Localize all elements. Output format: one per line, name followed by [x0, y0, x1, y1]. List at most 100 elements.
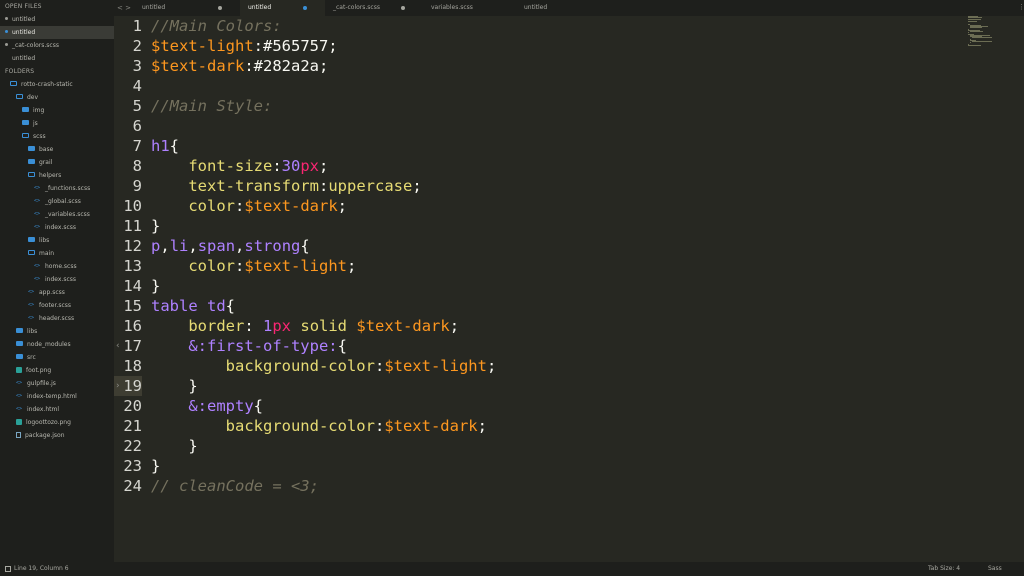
tree-item[interactable]: <> index.html	[0, 403, 114, 416]
code-token: $text-light	[244, 257, 347, 275]
tree-item[interactable]: package.json	[0, 429, 114, 442]
tab-bar: < > ⋮ untitled untitled _cat-colors.scss va…	[114, 0, 1024, 16]
tree-item[interactable]: base	[0, 143, 114, 156]
tree-item[interactable]: <> app.scss	[0, 286, 114, 299]
tree-item[interactable]: <> index-temp.html	[0, 390, 114, 403]
code-line[interactable]: border: 1px solid $text-dark;	[151, 316, 459, 336]
code-line[interactable]: $text-dark:#282a2a;	[151, 56, 328, 76]
minimap-line	[970, 27, 982, 29]
code-line[interactable]: table td{	[151, 296, 235, 316]
code-line[interactable]: //Main Style:	[151, 96, 272, 116]
folder-icon	[22, 120, 29, 125]
tree-item-label: gulpfile.js	[27, 380, 56, 387]
code-token: :	[235, 197, 245, 215]
code-token: {	[253, 397, 263, 415]
folder-icon	[16, 328, 23, 333]
tree-item[interactable]: img	[0, 104, 114, 117]
tree-item[interactable]: <> gulpfile.js	[0, 377, 114, 390]
code-line[interactable]: }	[151, 436, 197, 456]
modified-dot-icon[interactable]	[218, 6, 222, 10]
code-token: //Main Colors:	[151, 17, 282, 35]
code-line[interactable]: background-color:$text-light;	[151, 356, 497, 376]
open-file-item[interactable]: _cat-colors.scss	[0, 39, 114, 52]
open-file-item[interactable]: untitled	[0, 26, 114, 39]
code-line[interactable]: h1{	[151, 136, 179, 156]
tab[interactable]: untitled	[134, 0, 240, 16]
tree-item[interactable]: foot.png	[0, 364, 114, 377]
code-token: ,	[188, 237, 198, 255]
tree-item[interactable]: dev	[0, 91, 114, 104]
tree-item[interactable]: <> home.scss	[0, 260, 114, 273]
code-line[interactable]: // cleanCode = <3;	[151, 476, 319, 496]
tree-item[interactable]: <> _global.scss	[0, 195, 114, 208]
tree-item[interactable]: <> _variables.scss	[0, 208, 114, 221]
fold-marker-icon[interactable]: ‹	[116, 336, 120, 356]
code-line[interactable]: &:empty{	[151, 396, 263, 416]
tree-item-label: index.scss	[45, 224, 76, 231]
code-token: :	[318, 177, 329, 195]
tree-item[interactable]: grail	[0, 156, 114, 169]
file-code-icon: <>	[34, 198, 41, 204]
tab-menu-icon[interactable]: ⋮	[1018, 3, 1024, 12]
tab[interactable]: variables.scss	[423, 0, 516, 16]
code-token: ;	[319, 157, 329, 175]
code-editor[interactable]: 1//Main Colors: 2 $text-light:#565757; 3 $te…	[114, 16, 1024, 562]
tree-item[interactable]: <> _functions.scss	[0, 182, 114, 195]
status-bar: Line 19, Column 6 Tab Size: 4 Sass	[0, 562, 1024, 576]
syntax-mode[interactable]: Sass	[988, 562, 1002, 576]
tab-nav-arrows[interactable]: < >	[117, 0, 131, 16]
tab[interactable]: untitled	[240, 0, 325, 16]
code-line[interactable]: }	[151, 376, 197, 396]
tree-item[interactable]: libs	[0, 234, 114, 247]
code-token: ;	[449, 317, 460, 335]
tree-item[interactable]: scss	[0, 130, 114, 143]
minimap-line	[970, 42, 971, 44]
code-line[interactable]: }	[151, 216, 160, 236]
fold-marker-icon[interactable]: ›	[116, 376, 120, 396]
tree-item[interactable]: libs	[0, 325, 114, 338]
file-code-icon: <>	[28, 315, 35, 321]
panel-toggle-icon[interactable]	[5, 566, 11, 572]
unsaved-dot-icon[interactable]	[303, 6, 307, 10]
open-file-item[interactable]: untitled	[0, 52, 114, 65]
code-line[interactable]: color:$text-dark;	[151, 196, 347, 216]
code-token: $text-dark	[356, 317, 450, 335]
code-line[interactable]: //Main Colors:	[151, 16, 282, 36]
tab[interactable]: _cat-colors.scss	[325, 0, 423, 16]
code-line[interactable]: color:$text-light;	[151, 256, 356, 276]
code-line[interactable]: text-transform:uppercase;	[151, 176, 421, 196]
tree-item-label: node_modules	[27, 341, 71, 348]
tree-item[interactable]: <> header.scss	[0, 312, 114, 325]
tree-item[interactable]: <> index.scss	[0, 273, 114, 286]
tree-item[interactable]: js	[0, 117, 114, 130]
code-token: {	[300, 237, 310, 255]
code-line[interactable]: p,li,span,strong{	[151, 236, 310, 256]
tree-item[interactable]: main	[0, 247, 114, 260]
tab-size[interactable]: Tab Size: 4	[928, 562, 960, 576]
modified-dot-icon[interactable]	[401, 6, 405, 10]
tree-item-label: libs	[27, 328, 38, 335]
code-line[interactable]: &:first-of-type:{	[151, 336, 347, 356]
tree-item[interactable]: src	[0, 351, 114, 364]
tree-item[interactable]: logoottozo.png	[0, 416, 114, 429]
tree-item[interactable]: helpers	[0, 169, 114, 182]
tab[interactable]: untitled	[516, 0, 606, 16]
open-file-item[interactable]: untitled	[0, 13, 114, 26]
tree-item[interactable]: <> footer.scss	[0, 299, 114, 312]
line-number: 8	[132, 157, 142, 175]
code-line[interactable]: font-size:30px;	[151, 156, 328, 176]
code-token: text-transform	[188, 177, 319, 195]
tree-item[interactable]: <> index.scss	[0, 221, 114, 234]
tree-item[interactable]: rotto-crash-static	[0, 78, 114, 91]
code-line[interactable]: }	[151, 276, 160, 296]
tree-item[interactable]: node_modules	[0, 338, 114, 351]
code-token: ;	[486, 357, 497, 375]
tree-item-label: index-temp.html	[27, 393, 77, 400]
code-line[interactable]: $text-light:#565757;	[151, 36, 338, 56]
minimap[interactable]	[968, 16, 1008, 46]
code-line[interactable]: }	[151, 456, 160, 476]
code-line[interactable]: background-color:$text-dark;	[151, 416, 487, 436]
